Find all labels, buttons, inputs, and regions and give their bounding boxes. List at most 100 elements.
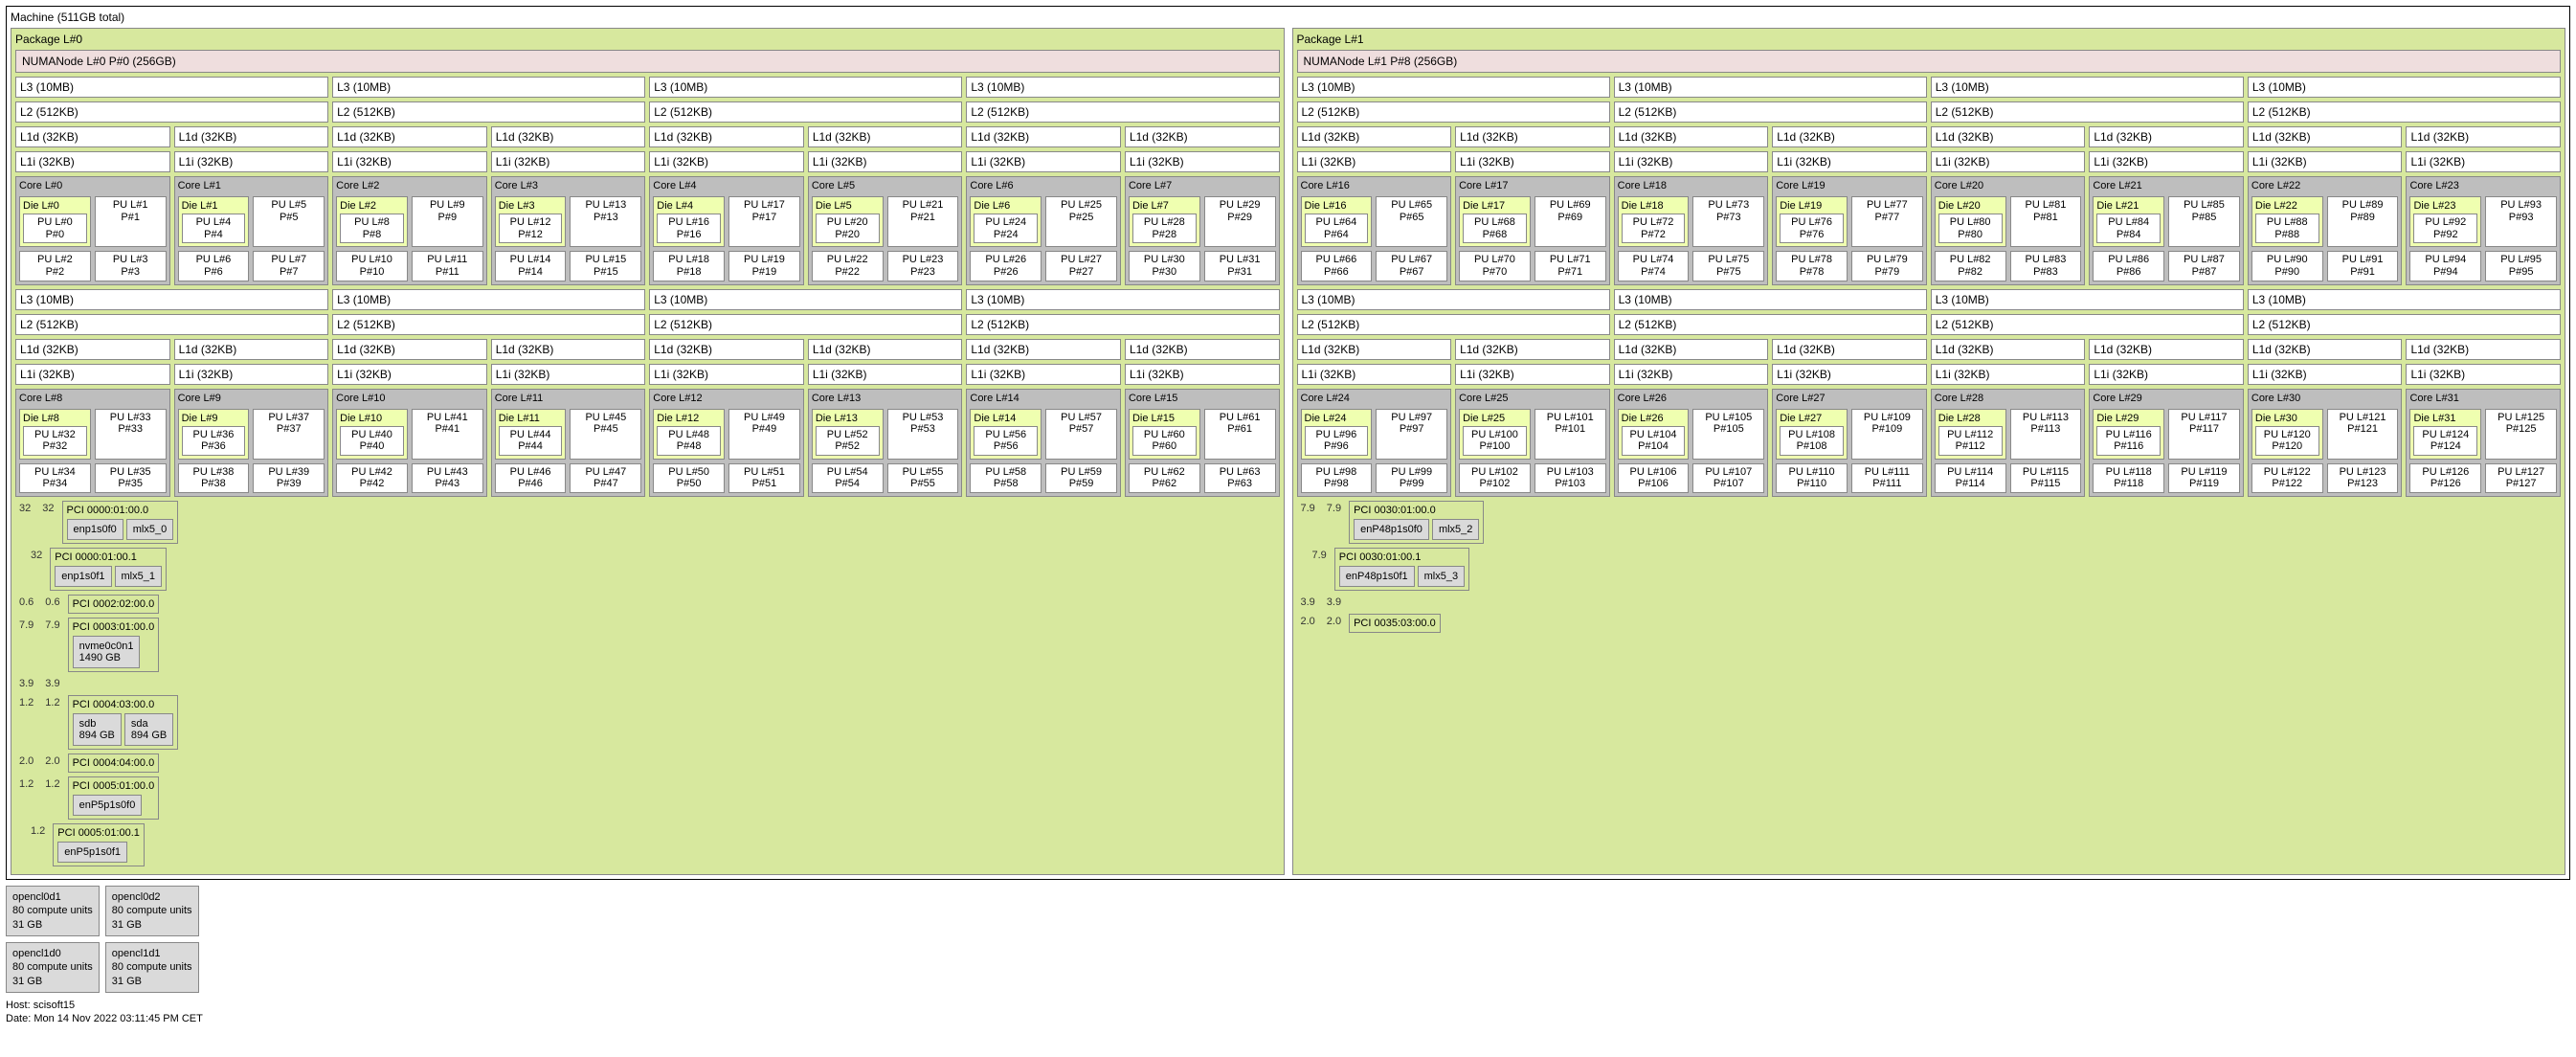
l1d-cache: L1d (32KB)	[2406, 339, 2561, 360]
pu: PU L#110P#110	[1776, 463, 1848, 493]
core-column: L1d (32KB)L1i (32KB)Core L#5Die L#5PU L#…	[808, 126, 963, 285]
pu: PU L#18P#18	[653, 251, 725, 281]
core-label: Core L#24	[1301, 393, 1448, 404]
core-label: Core L#20	[1935, 180, 2082, 191]
pu: PU L#30P#30	[1129, 251, 1200, 281]
pu: PU L#61P#61	[1204, 409, 1276, 460]
die: Die L#20PU L#80P#80	[1935, 196, 2006, 247]
l1-row: L1d (32KB)L1i (32KB)Core L#14Die L#14PU …	[966, 339, 1279, 498]
l1i-cache: L1i (32KB)	[1455, 151, 1610, 172]
pu: PU L#14P#14	[495, 251, 567, 281]
core-column: L1d (32KB)L1i (32KB)Core L#6Die L#6PU L#…	[966, 126, 1121, 285]
pu: PU L#105P#105	[1692, 409, 1764, 460]
core: Core L#12Die L#12PU L#48P#48PU L#49P#49P…	[649, 389, 804, 498]
pu: PU L#26P#26	[970, 251, 1042, 281]
die: Die L#24PU L#96P#96	[1301, 409, 1373, 460]
core-column: L1d (32KB)L1i (32KB)Core L#26Die L#26PU …	[1614, 339, 1769, 498]
l3-cache: L3 (10MB)	[1297, 289, 1610, 310]
pu: PU L#13P#13	[570, 196, 641, 247]
l1d-cache: L1d (32KB)	[1455, 126, 1610, 147]
io-row: 1.21.2PCI 0004:03:00.0sdb894 GBsda894 GB	[15, 695, 1280, 750]
l2-cache: L2 (512KB)	[1614, 101, 1927, 123]
die-label: Die L#2	[340, 200, 404, 212]
core-column: L1d (32KB)L1i (32KB)Core L#3Die L#3PU L#…	[491, 126, 646, 285]
die-label: Die L#15	[1132, 413, 1197, 424]
pu: PU L#31P#31	[1204, 251, 1276, 281]
os-device: mlx5_0	[126, 519, 173, 540]
pci-label: PCI 0005:01:00.1	[57, 827, 140, 839]
core: Core L#2Die L#2PU L#8P#8PU L#9P#9PU L#10…	[332, 176, 487, 285]
pu: PU L#33P#33	[95, 409, 167, 460]
l1-row: L1d (32KB)L1i (32KB)Core L#28Die L#28PU …	[1931, 339, 2244, 498]
l1i-cache: L1i (32KB)	[1614, 364, 1769, 385]
pci-slot: PCI 0002:02:00.0	[68, 595, 160, 614]
l3-cache: L3 (10MB)	[15, 289, 328, 310]
l1d-cache: L1d (32KB)	[1614, 339, 1769, 360]
core-label: Core L#11	[495, 393, 642, 404]
io-bandwidth: 7.9	[1323, 501, 1345, 516]
opencl-device: opencl1d180 compute units31 GB	[105, 942, 199, 993]
pu: PU L#11P#11	[412, 251, 483, 281]
pu: PU L#121P#121	[2327, 409, 2399, 460]
core-column: L1d (32KB)L1i (32KB)Core L#19Die L#19PU …	[1772, 126, 1927, 285]
pu: PU L#107P#107	[1692, 463, 1764, 493]
pu: PU L#34P#34	[19, 463, 91, 493]
l1i-cache: L1i (32KB)	[966, 364, 1121, 385]
pu: PU L#40P#40	[340, 426, 404, 456]
l1i-cache: L1i (32KB)	[1297, 151, 1452, 172]
die-label: Die L#26	[1622, 413, 1686, 424]
l3-row: L3 (10MB)L2 (512KB)L1d (32KB)L1i (32KB)C…	[1297, 289, 2562, 498]
io-row: 0.60.6PCI 0002:02:00.0	[15, 595, 1280, 614]
die: Die L#22 PU L#88P#88	[2251, 196, 2323, 247]
die: Die L#3PU L#12P#12	[495, 196, 567, 247]
io-bandwidth: 32	[27, 548, 46, 563]
pu: PU L#76P#76	[1780, 214, 1844, 243]
l3-block: L3 (10MB)L2 (512KB)L1d (32KB)L1i (32KB)C…	[1297, 77, 1610, 285]
pci-slot: PCI 0003:01:00.0nvme0c0n11490 GB	[68, 618, 160, 672]
l3-cache: L3 (10MB)	[1614, 289, 1927, 310]
l1i-cache: L1i (32KB)	[808, 364, 963, 385]
pu: PU L#101P#101	[1534, 409, 1606, 460]
pu: PU L#95P#95	[2485, 251, 2557, 281]
l3-cache: L3 (10MB)	[966, 289, 1279, 310]
l1i-cache: L1i (32KB)	[2248, 151, 2403, 172]
l3-block: L3 (10MB)L2 (512KB)L1d (32KB)L1i (32KB)C…	[1297, 289, 1610, 498]
pu: PU L#35P#35	[95, 463, 167, 493]
die-label: Die L#4	[657, 200, 721, 212]
pu: PU L#70P#70	[1459, 251, 1531, 281]
pu: PU L#119P#119	[2168, 463, 2240, 493]
pu: PU L#60P#60	[1132, 426, 1197, 456]
io-area: 7.97.9PCI 0030:01:00.0enP48p1s0f0mlx5_27…	[1297, 501, 2562, 633]
core-column: L1d (32KB)L1i (32KB)Core L#13Die L#13PU …	[808, 339, 963, 498]
die-label: Die L#22	[2255, 200, 2319, 212]
io-bandwidth: 7.9	[15, 618, 37, 633]
l1d-cache: L1d (32KB)	[332, 126, 487, 147]
pu: PU L#124P#124	[2413, 426, 2477, 456]
pci-slot: PCI 0000:01:00.0enp1s0f0mlx5_0	[62, 501, 179, 544]
die: Die L#12PU L#48P#48	[653, 409, 725, 460]
die-label: Die L#21	[2096, 200, 2161, 212]
io-bandwidth: 1.2	[27, 823, 49, 839]
core-column: L1d (32KB)L1i (32KB)Core L#12Die L#12PU …	[649, 339, 804, 498]
io-row: 7.9PCI 0030:01:00.1enP48p1s0f1mlx5_3	[1297, 548, 2562, 591]
pu: PU L#88P#88	[2255, 214, 2319, 243]
pu: PU L#20P#20	[816, 214, 880, 243]
pci-label: PCI 0030:01:00.1	[1339, 551, 1465, 563]
pu: PU L#57P#57	[1045, 409, 1117, 460]
die: Die L#26 PU L#104P#104	[1618, 409, 1690, 460]
opencl-device: opencl1d080 compute units31 GB	[6, 942, 100, 993]
numanode: NUMANode L#0 P#0 (256GB)	[15, 50, 1280, 73]
pu: PU L#103P#103	[1534, 463, 1606, 493]
pu: PU L#82P#82	[1935, 251, 2006, 281]
die: Die L#27PU L#108P#108	[1776, 409, 1848, 460]
pu: PU L#37P#37	[253, 409, 325, 460]
pu: PU L#0P#0	[23, 214, 87, 243]
die: Die L#4PU L#16P#16	[653, 196, 725, 247]
l3-block: L3 (10MB)L2 (512KB)L1d (32KB)L1i (32KB)C…	[1931, 289, 2244, 498]
core: Core L#31Die L#31PU L#124P#124PU L#125P#…	[2406, 389, 2561, 498]
pu: PU L#104P#104	[1622, 426, 1686, 456]
pci-label: PCI 0002:02:00.0	[73, 598, 155, 610]
die: Die L#31PU L#124P#124	[2409, 409, 2481, 460]
core-column: L1d (32KB)L1i (32KB)Core L#30Die L#30PU …	[2248, 339, 2403, 498]
core-column: L1d (32KB)L1i (32KB)Core L#8Die L#8PU L#…	[15, 339, 170, 498]
